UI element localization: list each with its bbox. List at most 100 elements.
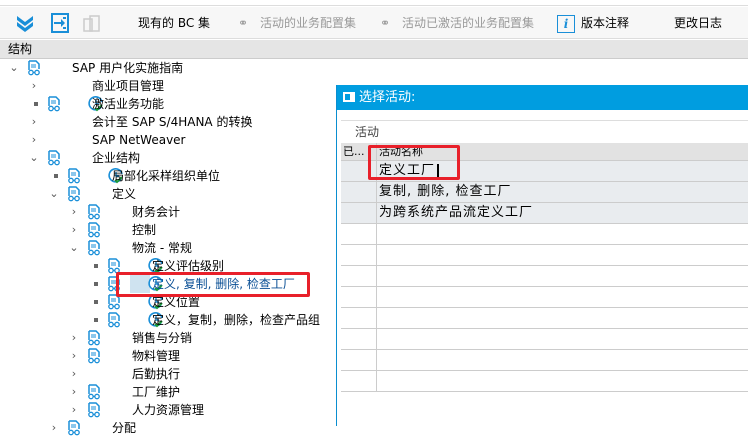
dialog-title-bar: 选择活动: — [337, 85, 748, 110]
documentation-icon[interactable] — [66, 168, 82, 184]
empty-row — [341, 245, 748, 266]
highlight-box — [116, 272, 310, 297]
empty-row — [341, 266, 748, 287]
activity-name-cell[interactable]: 为跨系统产品流定义工厂 — [377, 203, 748, 223]
glasses-icon: ⚭ — [380, 16, 391, 30]
chevron-down-icon[interactable]: ⌄ — [9, 59, 19, 77]
tree-node[interactable]: › 控制 — [0, 221, 336, 239]
tree-node-label[interactable]: 会计至 SAP S/4HANA 的转换 — [92, 113, 252, 131]
tree-node[interactable]: › 人力资源管理 — [0, 401, 336, 419]
tree-node-label[interactable]: 分配 — [112, 419, 136, 437]
chevron-down-icon[interactable]: ⌄ — [69, 239, 79, 257]
chevron-right-icon[interactable]: › — [29, 113, 39, 131]
chevron-right-icon[interactable]: › — [29, 77, 39, 95]
documentation-icon[interactable] — [46, 96, 62, 112]
active-bc-sets-button: 活动的业务配置集 — [260, 16, 357, 30]
documentation-icon[interactable] — [86, 384, 102, 400]
tree-node-label[interactable]: 工厂维护 — [132, 383, 180, 401]
empty-row — [341, 308, 748, 329]
documentation-icon[interactable] — [86, 402, 102, 418]
chevron-right-icon[interactable]: › — [49, 419, 59, 437]
tree-node-label[interactable]: 财务会计 — [132, 203, 180, 221]
chevron-right-icon[interactable]: › — [69, 383, 79, 401]
tree-node-label[interactable]: SAP 用户化实施指南 — [72, 59, 183, 77]
documentation-icon[interactable] — [86, 204, 102, 220]
chevron-right-icon[interactable]: › — [69, 221, 79, 239]
tree-node[interactable]: › 工厂维护 — [0, 383, 336, 401]
documentation-icon[interactable] — [86, 348, 102, 364]
dialog-icon — [343, 92, 355, 102]
chevron-right-icon[interactable]: › — [69, 347, 79, 365]
empty-row — [341, 287, 748, 308]
tree-node-label[interactable]: 物料管理 — [132, 347, 180, 365]
activity-table: 已... 活动名称 定义工厂 复制, 删除, 检查工厂 为跨系统产品流定义工厂 — [341, 143, 748, 392]
documentation-icon[interactable] — [46, 150, 62, 166]
table-row[interactable]: 为跨系统产品流定义工厂 — [341, 203, 748, 224]
chevron-right-icon[interactable]: › — [69, 203, 79, 221]
tree-node[interactable]: › 销售与分销 — [0, 329, 336, 347]
tree-node[interactable]: 激活业务功能 — [0, 95, 336, 113]
activated-bc-sets-button: 活动已激活的业务配置集 — [402, 16, 535, 30]
activity-name-cell[interactable]: 复制, 删除, 检查工厂 — [377, 182, 748, 202]
empty-row — [341, 371, 748, 392]
tree-node[interactable]: › 会计至 SAP S/4HANA 的转换 — [0, 113, 336, 131]
chevron-right-icon[interactable]: › — [29, 131, 39, 149]
tree-node[interactable]: › 分配 — [0, 419, 336, 437]
documentation-icon[interactable] — [66, 420, 82, 436]
tree-node-label[interactable]: SAP NetWeaver — [92, 131, 185, 149]
info-icon[interactable]: i — [557, 7, 575, 39]
toolbar: 现有的 BC 集 ⚭ 活动的业务配置集 ⚭ 活动已激活的业务配置集 i 版本注释… — [0, 7, 748, 39]
chevron-right-icon[interactable]: › — [69, 365, 79, 383]
tree-node-label[interactable]: 企业结构 — [92, 149, 140, 167]
tree-node-label[interactable]: 激活业务功能 — [92, 95, 164, 113]
chevron-down-icon[interactable]: ⌄ — [49, 185, 59, 203]
leaf-bullet-icon — [94, 282, 98, 286]
empty-row — [341, 329, 748, 350]
tree-node[interactable]: ⌄ SAP 用户化实施指南 — [0, 59, 336, 77]
empty-row — [341, 350, 748, 371]
tree-node-label[interactable]: 定义 — [112, 185, 136, 203]
chevron-down-icon[interactable]: ⌄ — [29, 149, 39, 167]
change-log-button[interactable]: 更改日志 — [674, 7, 722, 39]
glasses-icon: ⚭ — [238, 16, 249, 30]
documentation-icon[interactable] — [106, 312, 122, 328]
leaf-bullet-icon — [54, 174, 58, 178]
documentation-icon[interactable] — [86, 240, 102, 256]
tree-node-label[interactable]: 后勤执行 — [132, 365, 180, 383]
tree-node[interactable]: 局部化采样组织单位 — [0, 167, 336, 185]
release-notes-button[interactable]: 版本注释 — [581, 7, 629, 39]
dialog-title: 选择活动: — [359, 90, 416, 105]
tree-node-label[interactable]: 物流 - 常规 — [132, 239, 192, 257]
tree-node[interactable]: ⌄ 企业结构 — [0, 149, 336, 167]
documentation-icon[interactable] — [26, 60, 42, 76]
expand-all-icon[interactable] — [14, 7, 36, 39]
documentation-icon[interactable] — [86, 222, 102, 238]
empty-row — [341, 224, 748, 245]
status-cell — [341, 182, 377, 202]
tree-node-label[interactable]: 销售与分销 — [132, 329, 192, 347]
documentation-icon[interactable] — [66, 186, 82, 202]
table-row[interactable]: 复制, 删除, 检查工厂 — [341, 182, 748, 203]
tree-node-label[interactable]: 控制 — [132, 221, 156, 239]
documentation-icon[interactable] — [86, 330, 102, 346]
tree-node[interactable]: 定义，复制，删除，检查产品组 — [0, 311, 336, 329]
tree-node-label[interactable]: 局部化采样组织单位 — [112, 167, 220, 185]
existing-bc-sets-button[interactable]: 现有的 BC 集 — [138, 7, 210, 39]
tree-node[interactable]: › 财务会计 — [0, 203, 336, 221]
tree-node-label[interactable]: 人力资源管理 — [132, 401, 204, 419]
select-subtree-icon[interactable] — [50, 7, 70, 39]
top-strip — [0, 0, 748, 6]
tree-node[interactable]: ⌄ 定义 — [0, 185, 336, 203]
export-icon — [82, 7, 102, 39]
chevron-right-icon[interactable]: › — [69, 401, 79, 419]
tree-node[interactable]: ⌄ 物流 - 常规 — [0, 239, 336, 257]
tree-node[interactable]: › SAP NetWeaver — [0, 131, 336, 149]
tree-node-label[interactable]: 定义，复制，删除，检查产品组 — [152, 311, 320, 329]
tree-node-label[interactable]: 商业项目管理 — [92, 77, 164, 95]
leaf-bullet-icon — [94, 300, 98, 304]
leaf-bullet-icon — [94, 318, 98, 322]
tree-node[interactable]: › 商业项目管理 — [0, 77, 336, 95]
tree-node[interactable]: › 物料管理 — [0, 347, 336, 365]
tree-node[interactable]: › 后勤执行 — [0, 365, 336, 383]
chevron-right-icon[interactable]: › — [69, 329, 79, 347]
